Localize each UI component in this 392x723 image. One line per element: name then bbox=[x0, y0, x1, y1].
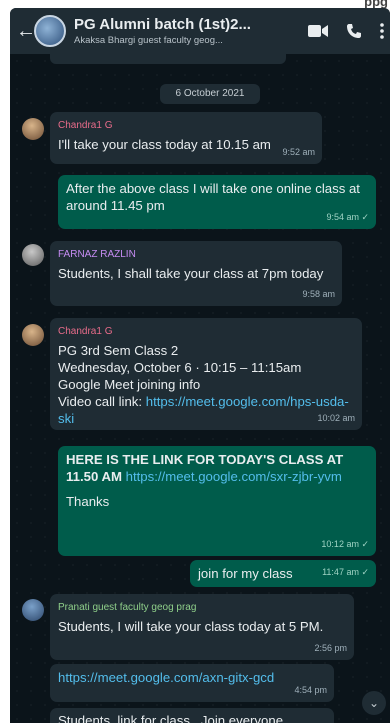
voice-call-icon[interactable] bbox=[346, 23, 362, 39]
message-line: PG 3rd Sem Class 2 bbox=[58, 343, 179, 358]
sender-avatar[interactable] bbox=[22, 244, 44, 266]
sender-avatar[interactable] bbox=[22, 599, 44, 621]
sender-avatar[interactable] bbox=[22, 324, 44, 346]
group-info[interactable]: PG Alumni batch (1st)2... Akaksa Bhargi … bbox=[74, 16, 284, 46]
message-time: 4:54 pm bbox=[294, 685, 327, 695]
back-arrow-icon[interactable]: ← bbox=[16, 20, 36, 43]
sender-name: FARNAZ RAZLIN bbox=[58, 249, 136, 260]
cropped-top-text: ppg bbox=[272, 0, 392, 9]
meet-link[interactable]: https://meet.google.com/axn-gitx-gcd bbox=[58, 669, 326, 686]
group-title: PG Alumni batch (1st)2... bbox=[74, 16, 251, 33]
message-text: Students, I shall take your class at 7pm… bbox=[58, 266, 324, 281]
sender-name: Chandra1 G bbox=[58, 120, 113, 131]
message-bubble[interactable]: Chandra1 G I'll take your class today at… bbox=[50, 112, 322, 164]
message-list[interactable]: 6 October 2021 Chandra1 G I'll take your… bbox=[10, 54, 390, 723]
sender-avatar[interactable] bbox=[22, 118, 44, 140]
message-bubble-outgoing[interactable]: join for my class 11:47 am ✓ bbox=[190, 560, 376, 587]
scroll-down-icon[interactable]: ⌄ bbox=[362, 691, 386, 715]
message-time: 11:47 am ✓ bbox=[322, 567, 369, 577]
message-bubble[interactable]: Students, link for class , Join everyone bbox=[50, 708, 334, 723]
message-bubble[interactable]: FARNAZ RAZLIN Students, I shall take you… bbox=[50, 241, 342, 306]
message-text: After the above class I will take one on… bbox=[66, 181, 360, 213]
message-line: Wednesday, October 6 · 10:15 – 11:15am bbox=[58, 360, 302, 375]
meet-link[interactable]: https://meet.google.com/sxr-zjbr-yvm bbox=[126, 469, 342, 484]
message-bubble-outgoing[interactable]: HERE IS THE LINK FOR TODAY'S CLASS AT 11… bbox=[58, 446, 376, 556]
message-bubble-outgoing[interactable]: After the above class I will take one on… bbox=[58, 175, 376, 229]
message-line: Video call link: https://meet.google.com… bbox=[58, 394, 349, 426]
chat-header: ← PG Alumni batch (1st)2... Akaksa Bharg… bbox=[10, 8, 390, 54]
message-bubble[interactable]: Chandra1 G PG 3rd Sem Class 2 Wednesday,… bbox=[50, 318, 362, 430]
message-text: Thanks bbox=[66, 494, 110, 509]
message-text: HERE IS THE LINK FOR TODAY'S CLASS AT 11… bbox=[66, 451, 368, 485]
message-text: Students, I will take your class today a… bbox=[58, 619, 324, 634]
video-call-icon[interactable] bbox=[308, 24, 328, 38]
previous-message-bubble bbox=[50, 54, 286, 64]
message-time: 9:58 am bbox=[302, 289, 335, 299]
sender-name: Pranati guest faculty geog prag bbox=[58, 602, 197, 613]
group-subtitle: Akaksa Bhargi guest faculty geog... bbox=[74, 35, 223, 46]
message-bubble[interactable]: Pranati guest faculty geog prag Students… bbox=[50, 594, 354, 660]
message-text: Students, link for class , Join everyone bbox=[58, 713, 284, 723]
message-time: 10:12 am ✓ bbox=[321, 539, 369, 549]
message-time: 10:02 am bbox=[317, 413, 355, 423]
chat-screen: ← PG Alumni batch (1st)2... Akaksa Bharg… bbox=[10, 8, 390, 723]
message-time: 2:56 pm bbox=[314, 643, 347, 653]
sender-name: Chandra1 G bbox=[58, 326, 113, 337]
date-chip: 6 October 2021 bbox=[160, 84, 260, 104]
message-text: join for my class bbox=[198, 566, 293, 581]
message-time: 9:52 am bbox=[282, 147, 315, 157]
message-bubble[interactable]: https://meet.google.com/axn-gitx-gcd 4:5… bbox=[50, 664, 334, 702]
more-options-icon[interactable] bbox=[380, 23, 384, 39]
group-avatar[interactable] bbox=[34, 15, 66, 47]
message-time: 9:54 am ✓ bbox=[326, 212, 369, 222]
message-text: I'll take your class today at 10.15 am bbox=[58, 137, 271, 152]
message-line: Google Meet joining info bbox=[58, 377, 201, 392]
